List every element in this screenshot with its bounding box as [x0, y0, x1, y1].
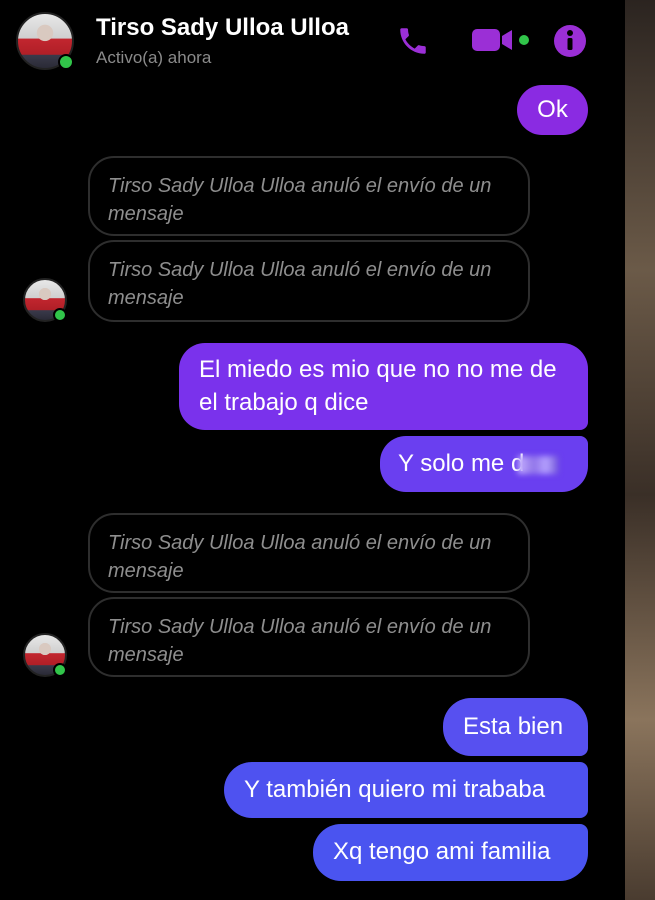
info-icon[interactable]	[553, 24, 587, 58]
unsent-message-notice: Tirso Sady Ulloa Ulloa anuló el envío de…	[88, 156, 530, 236]
message-text: Y solo me d	[398, 450, 525, 477]
sent-message-bubble[interactable]: Y solo me d	[380, 436, 588, 492]
sent-message-bubble[interactable]: Y también quiero mi trababa	[224, 762, 588, 818]
video-camera-icon[interactable]	[470, 24, 532, 56]
online-status-dot	[58, 54, 74, 70]
active-status: Activo(a) ahora	[96, 48, 212, 67]
online-status-dot	[53, 308, 67, 322]
contact-avatar[interactable]	[16, 12, 74, 70]
redaction-blur	[518, 455, 559, 474]
background-edge	[625, 0, 655, 900]
unsent-message-notice: Tirso Sady Ulloa Ulloa anuló el envío de…	[88, 513, 530, 593]
phone-icon[interactable]	[396, 24, 430, 58]
online-status-dot	[53, 663, 67, 677]
chat-header: Tirso Sady Ulloa Ulloa Activo(a) ahora	[0, 0, 625, 80]
sent-message-bubble[interactable]: Xq tengo ami familia	[313, 824, 588, 881]
unsent-message-notice: Tirso Sady Ulloa Ulloa anuló el envío de…	[88, 240, 530, 322]
contact-avatar-small[interactable]	[23, 278, 67, 322]
sent-message-bubble[interactable]: Ok	[517, 85, 588, 135]
sent-message-bubble[interactable]: Esta bien	[443, 698, 588, 756]
contact-name[interactable]: Tirso Sady Ulloa Ulloa	[96, 14, 349, 42]
contact-avatar-small[interactable]	[23, 633, 67, 677]
sent-message-bubble[interactable]: El miedo es mio que no no me de el traba…	[179, 343, 588, 430]
chat-screen: Tirso Sady Ulloa Ulloa Activo(a) ahora O…	[0, 0, 625, 900]
unsent-message-notice: Tirso Sady Ulloa Ulloa anuló el envío de…	[88, 597, 530, 677]
